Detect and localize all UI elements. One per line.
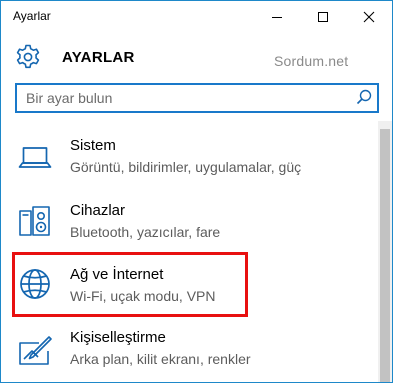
devices-icon <box>19 206 50 236</box>
search-icon[interactable] <box>355 88 373 106</box>
scrollbar-thumb[interactable] <box>380 129 390 382</box>
search-input[interactable]: Bir ayar bulun <box>26 90 112 106</box>
settings-window: Ayarlar AYARLAR Sordum.net Bir ayar bulu… <box>0 0 393 383</box>
gear-icon <box>16 44 40 69</box>
settings-header: AYARLAR Sordum.net Bir ayar bulun <box>1 33 392 121</box>
personalization-icon <box>19 336 52 365</box>
minimize-button[interactable] <box>254 1 300 33</box>
category-description: Görüntü, bildirimler, uygulamalar, güç <box>70 159 302 175</box>
watermark: Sordum.net <box>274 53 349 69</box>
maximize-icon <box>318 12 328 22</box>
window-title: Ayarlar <box>13 9 51 23</box>
search-box[interactable]: Bir ayar bulun <box>15 83 379 113</box>
category-kisisellestirme[interactable]: Kişiselleştirme Arka plan, kilit ekranı,… <box>1 327 378 382</box>
category-label: Kişiselleştirme <box>70 329 166 346</box>
category-sistem[interactable]: Sistem Görüntü, bildirimler, uygulamalar… <box>1 133 378 197</box>
category-description: Arka plan, kilit ekranı, renkler <box>70 351 251 367</box>
category-label: Cihazlar <box>70 202 126 219</box>
laptop-icon <box>18 147 52 168</box>
category-description: Bluetooth, yazıcılar, fare <box>70 224 221 240</box>
title-bar[interactable]: Ayarlar <box>1 1 392 33</box>
close-button[interactable] <box>346 1 392 33</box>
category-label: Sistem <box>70 137 116 154</box>
highlight-box <box>12 252 248 317</box>
minimize-icon <box>272 17 282 18</box>
page-title: AYARLAR <box>62 49 135 66</box>
close-icon <box>363 11 375 23</box>
maximize-button[interactable] <box>300 1 346 33</box>
vertical-scrollbar[interactable] <box>378 121 392 382</box>
